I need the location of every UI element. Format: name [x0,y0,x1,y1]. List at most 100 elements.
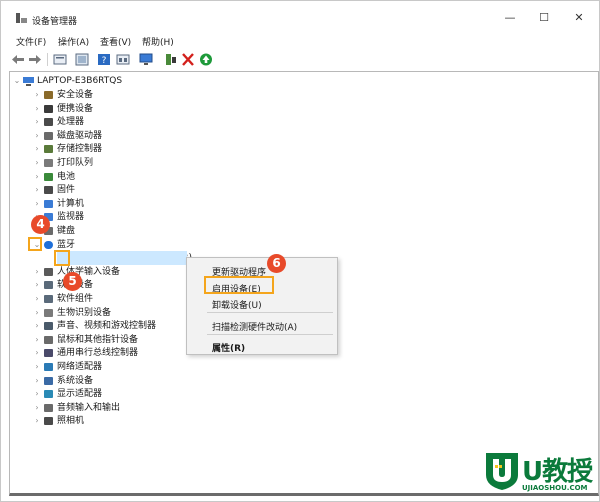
step-badge-4: 4 [31,215,50,234]
maximize-button[interactable]: ☐ [534,11,554,25]
chevron-right-icon[interactable]: › [33,171,41,183]
forward-arrow-icon[interactable] [28,53,42,66]
driver-update-icon[interactable] [164,53,178,66]
software-component-icon [44,295,53,303]
ctx-scan-hardware[interactable]: 扫描检测硬件改动(A) [212,320,297,333]
camera-icon [44,417,53,426]
help-icon[interactable]: ? [97,53,111,66]
tree-item-label: 固件 [57,185,76,196]
minimize-button[interactable]: — [500,11,520,25]
tree-item-label: 便携设备 [57,103,94,114]
collapse-highlight-box [28,237,42,251]
tree-root-label: LAPTOP-E3B6RTQS [37,76,123,86]
svg-text:?: ? [102,56,107,66]
shield-logo-icon [486,453,518,490]
menu-file[interactable]: 文件(F) [16,35,46,48]
chevron-right-icon[interactable]: › [33,89,41,101]
chevron-right-icon[interactable]: › [33,334,41,346]
tree-item-label: 音频输入和输出 [57,402,121,413]
tree-item-label: 计算机 [57,198,85,209]
chevron-right-icon[interactable]: › [33,293,41,305]
ctx-separator [207,312,333,313]
battery-icon [44,172,53,181]
tree-item-label: 蓝牙 [57,239,76,250]
step-badge-5: 5 [63,272,82,291]
tree-item-label: 打印队列 [57,158,94,168]
tree-item-label: 网络适配器 [57,362,103,372]
biometric-icon [44,308,53,317]
chevron-right-icon[interactable]: › [33,266,41,278]
chevron-right-icon[interactable]: › [33,388,41,400]
enable-device-highlight-box [204,276,274,294]
tree-item-label: 软件组件 [57,294,94,304]
chevron-right-icon[interactable]: › [33,347,41,359]
monitor-icon[interactable] [139,53,153,66]
menu-action[interactable]: 操作(A) [58,35,89,48]
chevron-right-icon[interactable]: › [33,279,41,291]
computer-root-icon [23,77,34,86]
tree-item-label: 监视器 [57,212,85,223]
selected-row-highlight [57,251,187,265]
chevron-down-icon[interactable]: ⌄ [13,75,21,87]
chevron-right-icon[interactable]: › [33,375,41,387]
menu-view[interactable]: 查看(V) [100,35,131,48]
ctx-separator [207,334,333,335]
tree-item-label: 生物识别设备 [57,307,112,318]
tree-item-label: 照相机 [57,416,85,427]
step-badge-6: 6 [267,254,286,273]
bluetooth-icon [44,240,53,249]
computer-icon [44,199,53,208]
properties-icon[interactable] [53,53,67,66]
disk-drive-icon [44,131,53,140]
chevron-right-icon[interactable]: › [33,307,41,319]
device-icon-highlight-box [54,250,70,266]
security-device-icon [44,91,53,99]
enable-icon[interactable] [199,53,213,66]
tree-item-label: 显示适配器 [57,389,103,400]
refresh-icon[interactable] [75,53,89,66]
menu-help[interactable]: 帮助(H) [142,35,174,48]
chevron-right-icon[interactable]: › [33,198,41,210]
tree-item-label: 声音、视频和游戏控制器 [57,321,157,332]
close-button[interactable]: ✕ [569,11,589,25]
toolbar: ? [1,51,599,69]
view-icon[interactable] [116,53,130,66]
print-queue-icon [44,159,53,167]
audio-io-icon [44,403,53,412]
tree-item-label: 安全设备 [57,90,94,100]
chevron-right-icon[interactable]: › [33,402,41,414]
chevron-right-icon[interactable]: › [33,184,41,196]
back-arrow-icon[interactable] [11,53,25,66]
tree-item-label: 键盘 [57,226,76,236]
sound-icon [44,322,53,331]
tree-item-label: 电池 [57,171,76,182]
software-device-icon [44,281,53,290]
chevron-right-icon[interactable]: › [33,116,41,128]
chevron-right-icon[interactable]: › [33,361,41,373]
tree-item-label: 磁盘驱动器 [57,130,103,141]
tree-item-label: 鼠标和其他指针设备 [57,334,139,345]
ctx-uninstall-device[interactable]: 卸载设备(U) [212,298,262,311]
portable-device-icon [44,104,53,113]
hid-icon [44,267,53,276]
storage-controller-icon [44,145,53,154]
toolbar-separator [47,53,48,66]
mouse-icon [44,335,53,344]
chevron-right-icon[interactable]: › [33,143,41,155]
logo-brand-text: U教授 [522,457,593,487]
uninstall-icon[interactable] [181,53,195,66]
window-title: 设备管理器 [32,17,78,27]
tree-item-label: 处理器 [57,117,85,128]
tree-item-label: 系统设备 [57,375,94,386]
firmware-icon [44,186,53,195]
chevron-right-icon[interactable]: › [33,157,41,169]
chevron-right-icon[interactable]: › [33,320,41,332]
chevron-right-icon[interactable]: › [33,415,41,427]
network-adapter-icon [44,363,53,371]
chevron-right-icon[interactable]: › [33,130,41,142]
ctx-properties[interactable]: 属性(R) [212,341,245,354]
device-manager-window: 设备管理器 — ☐ ✕ 文件(F) 操作(A) 查看(V) 帮助(H) ? ⌄ … [0,0,600,502]
processor-icon [44,118,53,127]
tree-item-label: 通用串行总线控制器 [57,348,139,359]
chevron-right-icon[interactable]: › [33,103,41,115]
